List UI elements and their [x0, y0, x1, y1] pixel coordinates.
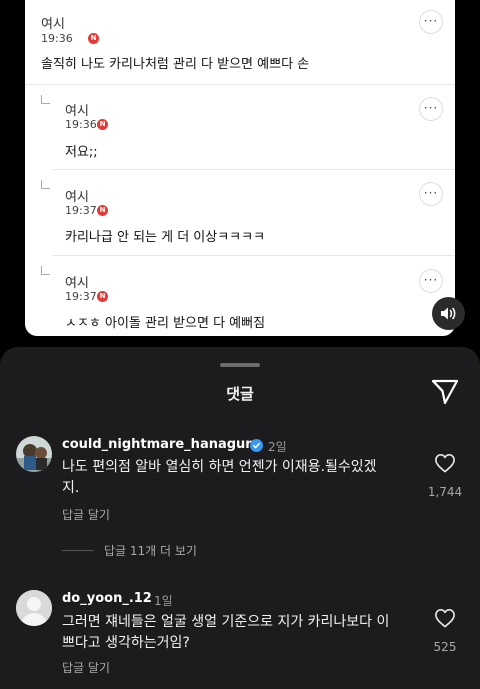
new-badge: N	[97, 119, 108, 130]
comment-time: 19:37	[65, 204, 97, 217]
new-badge: N	[97, 205, 108, 216]
comments-sheet: 댓글 could_nightmare_hanaguru 2일 나도 편의점 알바…	[0, 347, 480, 689]
verified-badge-icon	[250, 439, 263, 452]
comment-age: 2일	[268, 440, 287, 454]
post-reply: 여시 19:37 N 카리나급 안 되는 게 더 이상ㅋㅋㅋㅋ ···	[25, 170, 455, 255]
share-send-icon[interactable]	[430, 378, 460, 406]
sound-toggle-button[interactable]	[432, 297, 465, 330]
view-replies-line	[62, 550, 94, 551]
sheet-title: 댓글	[226, 385, 254, 403]
comment-time: 19:36	[65, 118, 97, 131]
comment-body: 솔직히 나도 카리나처럼 관리 다 받으면 예쁘다 손	[41, 57, 310, 72]
like-count: 1,744	[427, 485, 463, 499]
comment-username[interactable]: do_yoon_.12	[62, 591, 152, 606]
more-options-button[interactable]: ···	[419, 269, 443, 293]
comment-nickname: 여시	[65, 104, 89, 119]
reply-button[interactable]: 답글 달기	[62, 659, 110, 676]
comment-time: 19:36	[41, 32, 73, 45]
comment-nickname: 여시	[65, 276, 89, 291]
default-avatar-icon	[16, 590, 52, 626]
reply-arrow-icon	[41, 95, 50, 104]
comment-body: 카리나급 안 되는 게 더 이상ㅋㅋㅋㅋ	[65, 230, 266, 245]
like-heart-icon[interactable]	[434, 453, 456, 473]
comment-nickname: 여시	[65, 190, 89, 205]
like-heart-icon[interactable]	[434, 608, 456, 628]
new-badge: N	[97, 291, 108, 302]
post-comment: 여시 19:36 N 솔직히 나도 카리나처럼 관리 다 받으면 예쁘다 손 ·…	[25, 0, 455, 84]
comment-text: 나도 편의점 알바 열심히 하면 언젠가 이재용.될수있겠	[62, 459, 377, 475]
comment-body: 저요;;	[65, 145, 98, 160]
comment-text: 쁘다고 생각하는거임?	[62, 635, 190, 651]
sheet-grabber[interactable]	[220, 363, 260, 367]
comment-age: 1일	[154, 594, 173, 608]
post-reply: 여시 19:37 N ㅅㅈㅎ 아이돌 관리 받으면 다 예뻐짐 ···	[25, 256, 455, 336]
like-count: 525	[433, 640, 457, 654]
avatar-image	[16, 436, 52, 472]
comment-text: 그러면 쟤네들은 얼굴 생얼 기준으로 지가 카리나보다 이	[62, 614, 390, 630]
comment-nickname: 여시	[41, 17, 65, 32]
more-options-button[interactable]: ···	[419, 10, 443, 34]
more-options-button[interactable]: ···	[419, 182, 443, 206]
reply-arrow-icon	[41, 180, 50, 189]
avatar[interactable]	[16, 436, 52, 472]
more-options-button[interactable]: ···	[419, 97, 443, 121]
post-reply: 여시 19:36 N 저요;; ···	[25, 85, 455, 170]
avatar[interactable]	[16, 590, 52, 626]
reply-button[interactable]: 답글 달기	[62, 506, 110, 523]
comment-time: 19:37	[65, 290, 97, 303]
reply-arrow-icon	[41, 266, 50, 275]
view-more-replies-button[interactable]: 답글 11개 더 보기	[104, 542, 197, 559]
speaker-icon	[441, 307, 456, 320]
comment-body: ㅅㅈㅎ 아이돌 관리 받으면 다 예뻐짐	[65, 316, 266, 331]
new-badge: N	[88, 33, 99, 44]
embedded-post-card: 여시 19:36 N 솔직히 나도 카리나처럼 관리 다 받으면 예쁘다 손 ·…	[25, 0, 455, 336]
comment-username[interactable]: could_nightmare_hanaguru	[62, 437, 261, 452]
comment-text: 지.	[62, 480, 80, 496]
